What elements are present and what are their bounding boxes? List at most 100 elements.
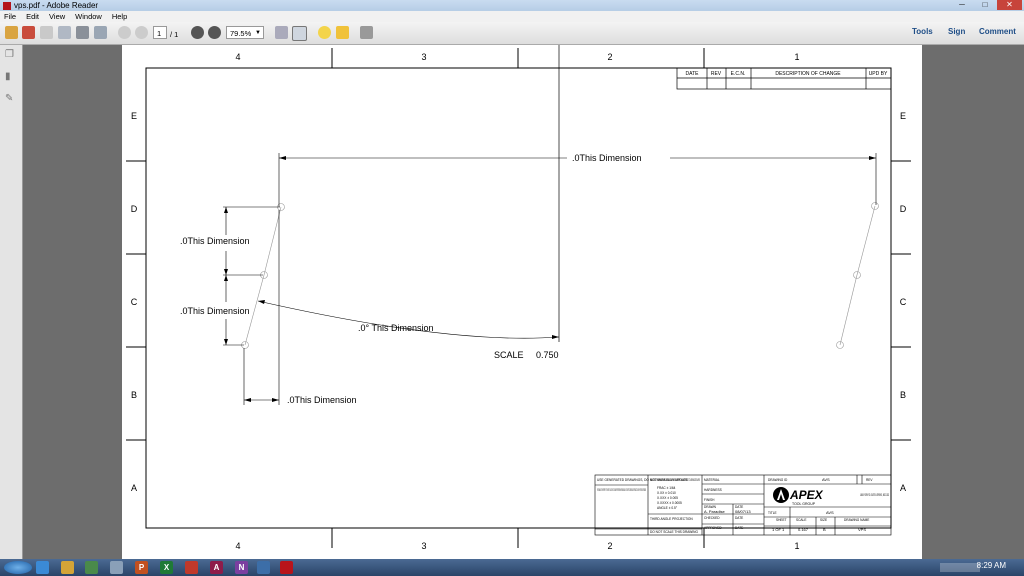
fit-page-icon[interactable] <box>275 26 288 39</box>
rev-header-ecn: E.C.N. <box>731 71 746 77</box>
access-icon[interactable]: A <box>210 561 223 574</box>
part-right-profile <box>836 202 879 349</box>
tb-drawing-name-label: DRAWING NAME <box>844 518 869 522</box>
menu-edit[interactable]: Edit <box>26 12 39 21</box>
menu-bar: File Edit View Window Help <box>0 11 1024 22</box>
tray-icons[interactable] <box>940 563 980 572</box>
zone-col-4-bottom: 4 <box>235 541 240 551</box>
menu-file[interactable]: File <box>4 12 16 21</box>
tb-tol-xxxx: X.XXX ± 0.005 <box>657 496 678 500</box>
tb-material-label: MATERIAL <box>704 478 720 482</box>
tb-checked-date-label: DATE <box>735 516 743 520</box>
previous-page-icon[interactable] <box>118 26 131 39</box>
page-total: / 1 <box>170 30 179 39</box>
zoom-out-icon[interactable] <box>191 26 204 39</box>
tb-scale-value: 0.167 <box>798 527 809 532</box>
zone-row-e-left: E <box>131 111 137 121</box>
outlook-icon[interactable] <box>185 561 198 574</box>
create-icon[interactable] <box>5 26 18 39</box>
rev-header-upd-by: UPD BY <box>869 71 888 77</box>
menu-window[interactable]: Window <box>75 12 102 21</box>
tools-link[interactable]: Tools <box>912 27 933 36</box>
next-page-icon[interactable] <box>135 26 148 39</box>
dimension-bottom-label: .0This Dimension <box>287 395 357 405</box>
scale-label: SCALE <box>494 350 524 360</box>
zone-col-1-top: 1 <box>794 52 799 62</box>
zone-row-d-right: D <box>900 204 907 214</box>
folder-icon[interactable] <box>110 561 123 574</box>
open-icon[interactable] <box>22 26 35 39</box>
email-icon[interactable] <box>94 26 107 39</box>
zone-col-4-top: 4 <box>235 52 240 62</box>
comment-icon[interactable] <box>318 26 331 39</box>
tb-rev-label: REV <box>866 478 873 482</box>
dimension-left-upper-label: .0This Dimension <box>180 236 250 246</box>
minimize-button[interactable]: ─ <box>951 0 973 10</box>
drawing-sheet: 4 3 2 1 4 3 2 1 E D C B A E D C B A DATE… <box>126 45 911 551</box>
excel-icon[interactable]: X <box>160 561 173 574</box>
start-button[interactable] <box>4 561 32 574</box>
save-icon[interactable] <box>58 26 71 39</box>
adobe-reader-taskbar-icon[interactable] <box>280 561 293 574</box>
close-button[interactable]: ✕ <box>997 0 1022 10</box>
tb-tolerances: UNLESS OTHERWISE SPECIFIED DIMENSIONS AR… <box>650 478 700 482</box>
taskbar: P X A N 8:29 AM <box>0 559 1024 576</box>
explorer-icon[interactable] <box>61 561 74 574</box>
zone-row-c-right: C <box>900 297 907 307</box>
part-left-profile <box>241 203 285 349</box>
expand-icon[interactable] <box>360 26 373 39</box>
onenote-icon[interactable]: N <box>235 561 248 574</box>
tb-approved-date-label: DATE <box>735 526 743 530</box>
tb-tol-xxxxx: X.XXXX ± 0.0005 <box>657 501 682 505</box>
menu-view[interactable]: View <box>49 12 65 21</box>
tb-tol-xxx: X.XX ± 0.010 <box>657 491 676 495</box>
menu-help[interactable]: Help <box>112 12 127 21</box>
rev-header-date: DATE <box>686 71 700 77</box>
sign-link[interactable]: Sign <box>948 27 965 36</box>
tb-sheet-label: SHEET <box>776 518 787 522</box>
lync-icon[interactable] <box>257 561 270 574</box>
scale-value: 0.750 <box>536 350 559 360</box>
zone-row-d-left: D <box>131 204 138 214</box>
zoom-select[interactable]: 79.5% ▼ <box>226 26 264 39</box>
chevron-down-icon: ▼ <box>255 30 261 36</box>
tb-projection: THIRD ANGLE PROJECTION <box>650 517 693 521</box>
media-icon[interactable] <box>85 561 98 574</box>
powerpoint-icon[interactable]: P <box>135 561 148 574</box>
title-bar: vps.pdf - Adobe Reader ─ □ ✕ <box>0 0 1024 11</box>
tb-do-not-scale: DO NOT SCALE THIS DRAWING <box>650 530 698 534</box>
highlight-icon[interactable] <box>336 26 349 39</box>
tb-drawing-id: AVS <box>822 477 830 482</box>
rev-header-rev: REV <box>711 71 722 77</box>
zone-row-b-left: B <box>131 390 137 400</box>
pages-icon[interactable]: ❐ <box>5 49 16 60</box>
tb-drawing-id-label: DRAWING ID <box>768 478 788 482</box>
zone-col-2-bottom: 2 <box>607 541 612 551</box>
tb-finish-label: FINISH <box>704 498 715 502</box>
zoom-in-icon[interactable] <box>208 26 221 39</box>
zone-row-a-right: A <box>900 483 906 493</box>
tb-size-label: SIZE <box>820 518 827 522</box>
window-title: vps.pdf - Adobe Reader <box>14 1 99 10</box>
ie-icon[interactable] <box>36 561 49 574</box>
attachments-icon[interactable]: ✎ <box>5 93 16 104</box>
toolbar: 1 / 1 79.5% ▼ Tools Sign Comment <box>0 22 1024 45</box>
maximize-button[interactable]: □ <box>974 0 996 10</box>
apex-logo: APEX TOOL GROUP <box>773 487 824 506</box>
tb-proprietary: THIS DRAWING IS THE PROPERTY OF THE APEX… <box>597 488 646 492</box>
edit-icon[interactable] <box>40 26 53 39</box>
full-screen-icon[interactable] <box>292 26 307 41</box>
tb-title-value: AVS <box>826 510 834 515</box>
tb-drawn-by: A. Paradise <box>704 509 725 514</box>
tb-sheet-value: 1 OF 1 <box>772 527 785 532</box>
pdf-page: 4 3 2 1 4 3 2 1 E D C B A E D C B A DATE… <box>122 45 922 559</box>
bookmarks-icon[interactable]: ▮ <box>5 71 16 82</box>
print-icon[interactable] <box>76 26 89 39</box>
tb-hardness-label: HARDNESS <box>704 488 722 492</box>
clock: 8:29 AM <box>976 561 1006 570</box>
tb-tol-frac: FRAC ± 1/64 <box>657 486 676 490</box>
page-number-input[interactable]: 1 <box>153 26 167 39</box>
rev-header-description: DESCRIPTION OF CHANGE <box>775 71 841 77</box>
comment-link[interactable]: Comment <box>979 27 1016 36</box>
tb-title-label: TITLE <box>768 511 777 515</box>
